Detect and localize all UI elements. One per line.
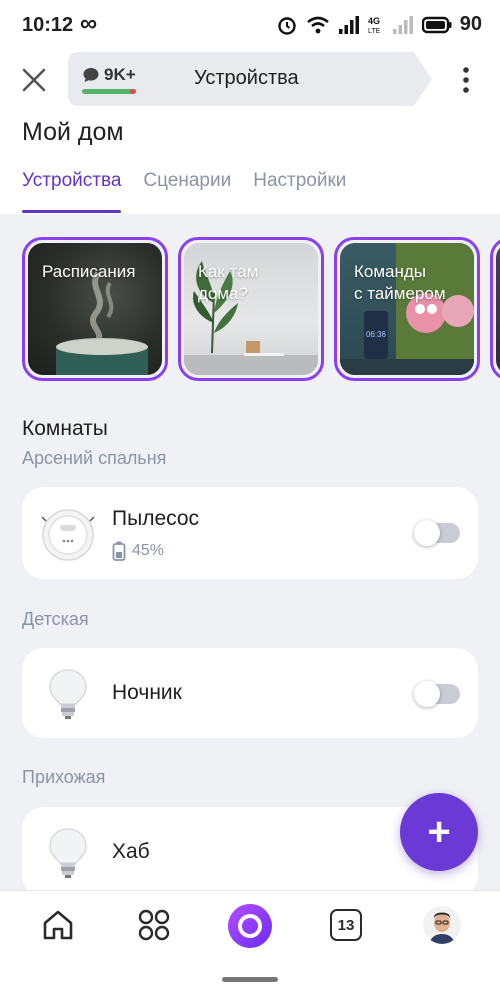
device-card-vacuum[interactable]: Пылесос 45% (22, 487, 478, 579)
light-bulb-icon (49, 669, 87, 719)
story-label: Расписания (42, 262, 136, 281)
speaker-screen-text: 06:36 (366, 330, 387, 339)
tab-scenarios[interactable]: Сценарии (143, 170, 231, 212)
top-bar: 9K+ Устройства (0, 52, 500, 114)
tab-settings[interactable]: Настройки (253, 170, 346, 212)
story-label: Как там дома? (198, 262, 259, 303)
light-bulb-icon (49, 828, 87, 878)
status-bar: 10:12 ∞ 4G LTE 90 (0, 0, 500, 52)
more-vert-icon (463, 67, 469, 93)
grid-icon (138, 909, 170, 941)
robot-vacuum-icon (41, 509, 95, 561)
tab-devices[interactable]: Устройства (22, 170, 122, 213)
battery-icon (421, 16, 452, 33)
nav-alice-button[interactable] (226, 902, 274, 950)
device-battery-status: 45% (112, 541, 164, 561)
device-name: Хаб (112, 840, 150, 863)
rooms-title: Комнаты (22, 417, 108, 440)
chat-icon (83, 68, 99, 82)
story-image: Как там дома? (184, 243, 318, 375)
page-title-pill[interactable]: 9K+ Устройства (68, 52, 432, 106)
activity-bar (82, 89, 134, 94)
nav-calendar-button[interactable]: 13 (326, 905, 366, 945)
alarm-icon (278, 16, 296, 35)
story-schedules[interactable]: Расписания (22, 237, 168, 381)
story-image: 06:36 Команды с таймером (340, 243, 474, 375)
story-timer-commands[interactable]: 06:36 Команды с таймером (334, 237, 480, 381)
more-options-button[interactable] (456, 64, 476, 96)
device-card-nightlight[interactable]: Ночник (22, 648, 478, 738)
stories-carousel: Расписания Как там дома? 06:36 Команды с… (22, 237, 500, 382)
room-label: Прихожая (22, 767, 106, 787)
nav-home-button[interactable] (38, 905, 78, 945)
story-next[interactable] (490, 237, 500, 381)
profile-avatar (423, 906, 461, 944)
svg-text:4G: 4G (368, 16, 380, 26)
device-name: Ночник (112, 681, 182, 704)
chat-count: 9K+ (104, 65, 136, 84)
home-title: Мой дом (22, 118, 124, 146)
signal-icon (338, 15, 359, 34)
nav-profile-button[interactable] (422, 905, 462, 945)
signal-weak-icon (392, 15, 413, 34)
activity-bar-alert (130, 89, 136, 94)
chat-counter[interactable]: 9K+ (82, 65, 136, 85)
bottom-nav: 13 (0, 890, 500, 1000)
alice-icon (228, 904, 272, 948)
story-image (496, 243, 500, 375)
page-title-text: Устройства (194, 67, 299, 89)
svg-text:LTE: LTE (368, 28, 381, 35)
room-label: Детская (22, 609, 89, 629)
plus-icon: + (427, 809, 451, 854)
close-button[interactable] (18, 64, 50, 96)
status-icons: 4G LTE 90 (276, 13, 482, 36)
story-image: Расписания (28, 243, 162, 375)
wifi-icon (306, 16, 329, 33)
add-device-button[interactable]: + (400, 793, 478, 871)
battery-level-icon (112, 541, 126, 561)
nav-services-button[interactable] (134, 905, 174, 945)
device-power-toggle[interactable] (414, 520, 460, 546)
home-header: Мой дом Устройства Сценарии Настройки (0, 114, 500, 214)
device-power-toggle[interactable] (414, 681, 460, 707)
network-type-label: 4G LTE (368, 16, 381, 35)
story-how-is-home[interactable]: Как там дома? (178, 237, 324, 381)
tab-bar: Устройства Сценарии Настройки (22, 170, 346, 213)
device-name: Пылесос (112, 507, 200, 530)
story-label: Команды с таймером (354, 262, 446, 303)
infinity-icon: ∞ (80, 10, 98, 37)
battery-percent: 45% (132, 542, 165, 559)
room-label: Арсений спальня (22, 448, 167, 468)
home-indicator[interactable] (222, 977, 278, 982)
close-icon (22, 68, 46, 92)
status-time: 10:12 (22, 14, 74, 36)
home-icon (43, 910, 73, 940)
calendar-icon: 13 (330, 909, 362, 941)
battery-level: 90 (459, 13, 482, 35)
